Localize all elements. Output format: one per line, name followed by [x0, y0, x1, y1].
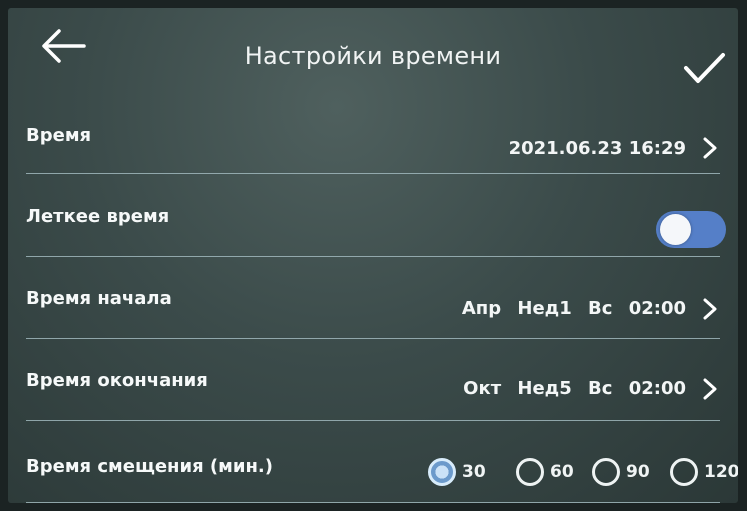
time-value: 2021.06.23 16:29	[508, 138, 686, 159]
offset-option-label: 90	[626, 462, 650, 482]
chevron-right-icon	[703, 298, 717, 320]
end-day: Вс	[588, 378, 613, 399]
end-time-value: Окт Нед5 Вс 02:00	[453, 378, 686, 399]
row-divider	[26, 173, 720, 174]
end-week: Нед5	[517, 378, 572, 399]
start-week: Нед1	[517, 298, 572, 319]
radio-unselected-icon	[670, 458, 698, 486]
start-day: Вс	[588, 298, 613, 319]
end-time-label: Время окончания	[26, 370, 208, 391]
offset-option-60[interactable]: 60	[516, 454, 574, 490]
offset-option-label: 60	[550, 462, 574, 482]
end-time-row[interactable]: Время окончания Окт Нед5 Вс 02:00	[8, 352, 738, 436]
checkmark-icon	[684, 53, 725, 83]
start-clock: 02:00	[628, 298, 686, 319]
start-time-value: Апр Нед1 Вс 02:00	[452, 298, 686, 319]
summer-time-toggle[interactable]	[656, 211, 726, 248]
row-divider	[26, 502, 720, 503]
offset-option-90[interactable]: 90	[592, 454, 650, 490]
summer-time-row: Леткее время	[8, 186, 738, 270]
end-month: Окт	[463, 378, 502, 399]
time-row[interactable]: Время 2021.06.23 16:29	[8, 103, 738, 187]
offset-option-label: 30	[462, 462, 486, 482]
time-label: Время	[26, 125, 92, 146]
radio-unselected-icon	[516, 458, 544, 486]
chevron-right-icon	[703, 378, 717, 400]
confirm-button[interactable]	[680, 48, 728, 88]
start-time-label: Время начала	[26, 288, 172, 309]
offset-label: Время смещения (мин.)	[26, 456, 273, 477]
page-title: Настройки времени	[244, 42, 502, 70]
row-divider	[26, 338, 720, 339]
radio-unselected-icon	[592, 458, 620, 486]
offset-option-30[interactable]: 30	[428, 454, 486, 490]
settings-screen: Настройки времени Время 2021.06.23 16:29…	[8, 8, 738, 503]
start-time-row[interactable]: Время начала Апр Нед1 Вс 02:00	[8, 268, 738, 352]
offset-option-label: 120	[704, 462, 738, 482]
offset-options: 30 60 90 120	[428, 454, 738, 490]
end-clock: 02:00	[628, 378, 686, 399]
summer-time-label: Леткее время	[26, 206, 170, 227]
row-divider	[26, 256, 720, 257]
start-month: Апр	[461, 298, 502, 319]
toggle-knob	[660, 214, 691, 245]
row-divider	[26, 420, 720, 421]
offset-option-120[interactable]: 120	[670, 454, 738, 490]
chevron-right-icon	[703, 137, 717, 159]
radio-selected-icon	[428, 458, 456, 486]
header: Настройки времени	[8, 8, 738, 103]
